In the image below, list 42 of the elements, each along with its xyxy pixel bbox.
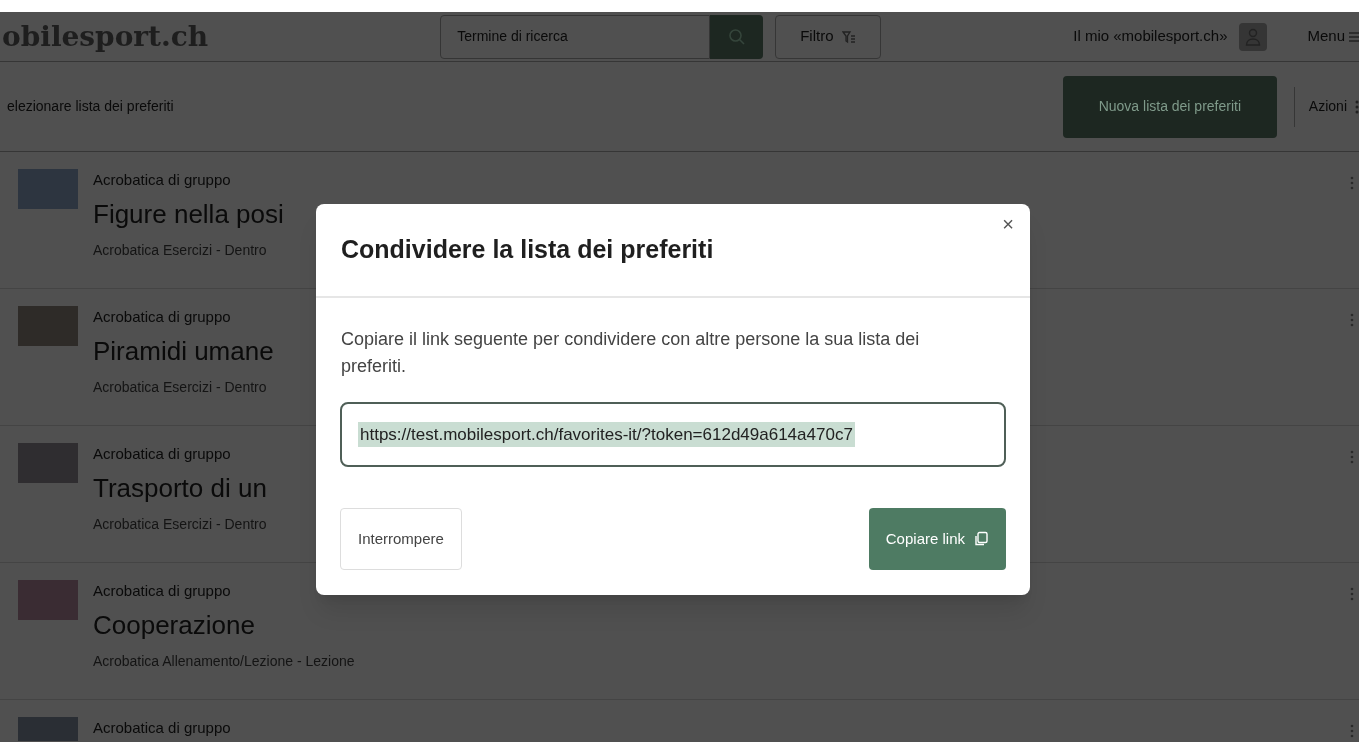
user-icon: [1239, 22, 1268, 51]
account-link[interactable]: Il mio «mobilesport.ch»: [1073, 22, 1268, 51]
item-title: Trasporto di un: [93, 472, 267, 505]
item-category: Acrobatica di gruppo: [93, 581, 231, 601]
item-category: Acrobatica di gruppo: [93, 718, 231, 738]
photo-placeholder: [18, 717, 78, 741]
more-icon[interactable]: [1350, 724, 1354, 738]
favorites-list-selector[interactable]: elezionare lista dei preferiti: [7, 96, 174, 117]
close-button[interactable]: ×: [1002, 214, 1014, 234]
item-category: Acrobatica di gruppo: [93, 170, 231, 190]
photo-placeholder: [18, 580, 78, 620]
photo-placeholder: [18, 443, 78, 483]
item-meta: Acrobatica Esercizi - Dentro: [93, 378, 267, 397]
item-title: Figure nella posi: [93, 198, 284, 231]
more-icon[interactable]: [1350, 450, 1354, 464]
item-meta: Acrobatica Esercizi - Dentro: [93, 515, 267, 534]
photo-placeholder: [18, 306, 78, 346]
more-icon[interactable]: [1350, 313, 1354, 327]
item-category: Acrobatica di gruppo: [93, 444, 231, 464]
item-title: Piramidi umane: [93, 335, 274, 368]
new-list-button[interactable]: Nuova lista dei preferiti: [1062, 75, 1277, 138]
copy-icon: [973, 531, 989, 547]
item-meta: Acrobatica Esercizi - Dentro: [93, 241, 267, 260]
actions-button[interactable]: Azioni: [1293, 86, 1359, 127]
filter-icon: [841, 29, 856, 44]
item-category: Acrobatica di gruppo: [93, 307, 231, 327]
cancel-button[interactable]: Interrompere: [340, 508, 462, 570]
dialog-message: Copiare il link seguente per condividere con altre persone la sua lista dei preferiti.: [341, 328, 921, 378]
dialog-title: Condividere la lista dei preferiti: [341, 234, 714, 266]
menu-button[interactable]: Menu: [1307, 25, 1359, 48]
item-title: Cooperazione: [93, 609, 255, 642]
item-meta: Acrobatica Allenamento/Lezione - Lezione: [93, 652, 355, 671]
link-field[interactable]: https://test.mobilesport.ch/favorites-it/?token=612d49a614a470c7: [340, 402, 1006, 467]
search-field[interactable]: Termine di ricerca: [440, 14, 711, 59]
more-icon[interactable]: [1350, 587, 1354, 601]
more-icon[interactable]: [1350, 176, 1354, 190]
copy-link-button[interactable]: Copiare link: [868, 508, 1006, 570]
filter-button[interactable]: Filtro: [775, 14, 881, 59]
search-icon: [727, 27, 746, 46]
photo-placeholder: [18, 169, 78, 209]
menu-icon: [1349, 29, 1359, 44]
search-button[interactable]: [710, 14, 764, 59]
